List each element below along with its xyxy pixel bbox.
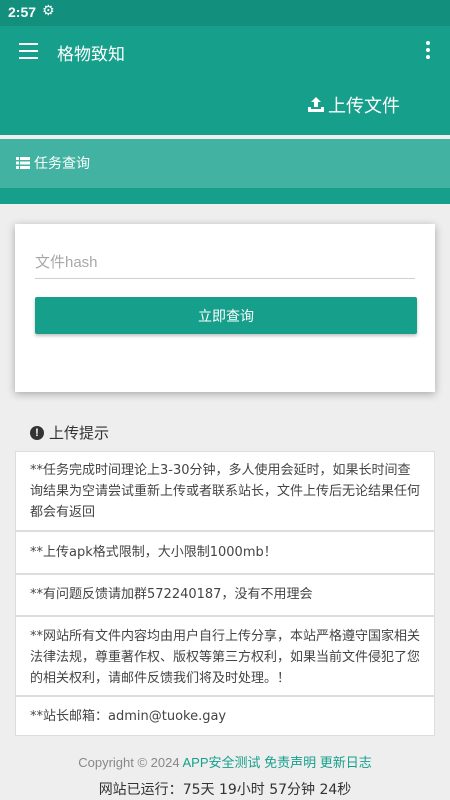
hamburger-icon[interactable] [19, 43, 38, 59]
gear-icon: ⚙ [42, 3, 55, 19]
status-time: 2:57 [8, 4, 37, 20]
query-card: 立即查询 [15, 224, 435, 392]
uptime-label: 网站已运行： [98, 782, 183, 798]
app-bar: 格物致知 [0, 26, 450, 78]
status-bar: 2:57 ⚙ [0, 0, 450, 26]
tip-item: **站长邮箱：admin@tuoke.gay [15, 696, 435, 736]
uptime-value: 75天 19小时 57分钟 24秒 [182, 782, 352, 798]
task-query-label: 任务查询 [34, 156, 90, 172]
task-query-nav[interactable]: 任务查询 [0, 139, 450, 188]
app-title: 格物致知 [57, 45, 125, 64]
upload-file-label: 上传文件 [328, 96, 400, 117]
file-hash-input[interactable] [35, 246, 415, 279]
tip-item: **上传apk格式限制，大小限制1000mb！ [15, 531, 435, 574]
query-submit-button[interactable]: 立即查询 [35, 297, 417, 334]
uptime-line: 网站已运行：75天 19小时 57分钟 24秒 [0, 779, 450, 799]
copyright-text: Copyright © 2024 [78, 755, 180, 770]
tip-item: **任务完成时间理论上3-30分钟，多人使用会延时，如果长时间查询结果为空请尝试… [15, 451, 435, 531]
tip-item: **网站所有文件内容均由用户自行上传分享，本站严格遵守国家相关法律法规，尊重著作… [15, 616, 435, 696]
tip-item: **有问题反馈请加群572240187，没有不用理会 [15, 574, 435, 616]
disclaimer-link[interactable]: 免责声明 [264, 755, 316, 770]
upload-tips-title: ! 上传提示 [30, 422, 109, 443]
upload-icon [308, 97, 324, 112]
upload-band: 上传文件 [0, 78, 450, 135]
list-icon [16, 157, 30, 169]
more-vert-icon[interactable] [426, 41, 430, 62]
app-security-test-link[interactable]: APP安全测试 [182, 755, 260, 770]
upload-tips-label: 上传提示 [49, 424, 110, 442]
changelog-link[interactable]: 更新日志 [320, 755, 372, 770]
footer-links: Copyright © 2024 APP安全测试 免责声明 更新日志 [0, 752, 450, 771]
header-bottom-band [0, 188, 450, 204]
exclamation-icon: ! [30, 425, 44, 440]
upload-file-button[interactable]: 上传文件 [307, 92, 400, 118]
